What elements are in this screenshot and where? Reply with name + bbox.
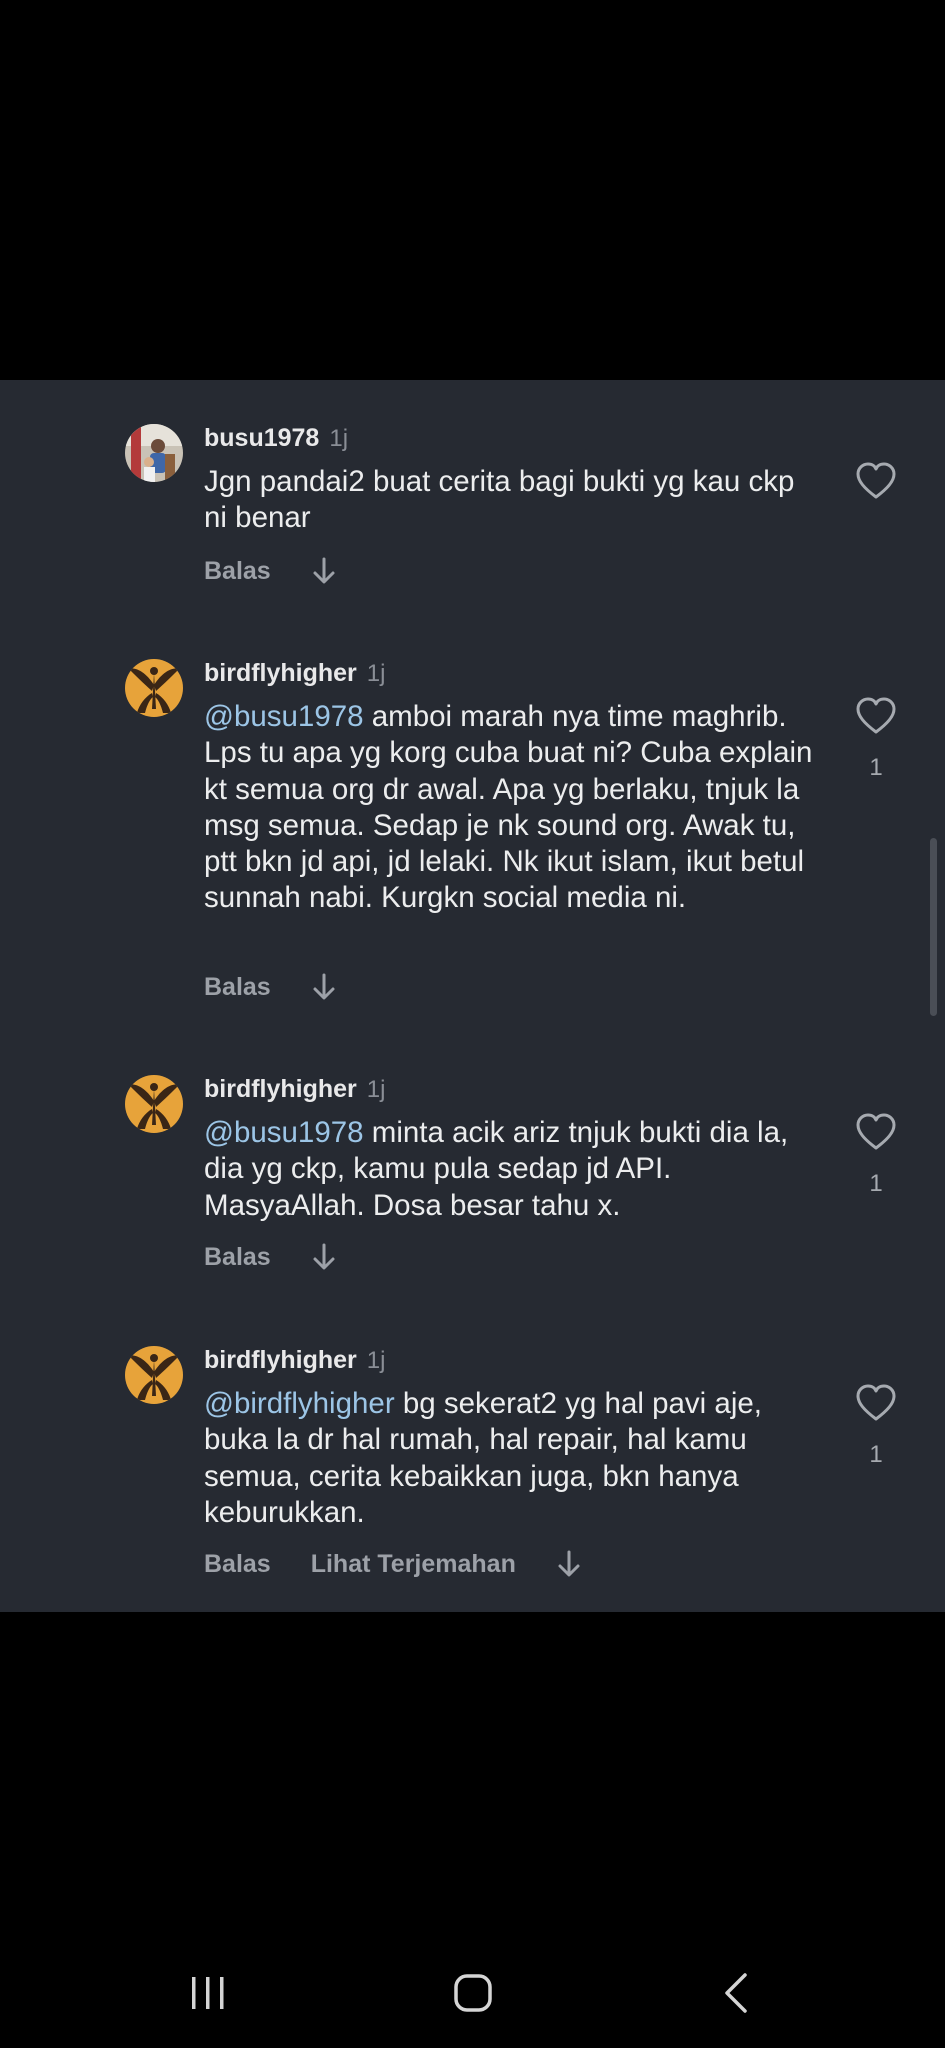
comment-text: @busu1978 minta acik ariz tnjuk bukti di… [204,1115,824,1224]
comment-actions: Balas [204,1242,337,1272]
reply-button[interactable]: Balas [204,1550,271,1579]
like-area[interactable]: 1 [855,1113,897,1198]
comment-username[interactable]: birdflyhigher 1j [204,1075,385,1104]
see-translation-button[interactable]: Lihat Terjemahan [311,1550,516,1579]
heart-outline-icon[interactable] [855,1384,897,1422]
reply-button[interactable]: Balas [204,557,271,586]
comment-text: @birdflyhigher bg sekerat2 yg hal pavi a… [204,1386,824,1531]
heart-outline-icon[interactable] [855,697,897,735]
top-blank-area [0,0,945,380]
reply-button[interactable]: Balas [204,1243,271,1272]
scrollbar[interactable] [930,838,937,1016]
heart-outline-icon[interactable] [855,462,897,500]
comment-mention[interactable]: @busu1978 [204,1116,364,1149]
arrow-down-icon[interactable] [311,972,337,1002]
comment-age: 1j [366,1347,386,1374]
comment-age: 1j [366,1076,386,1103]
comment-age: 1j [366,660,386,687]
arrow-down-icon[interactable] [311,556,337,586]
like-area[interactable] [855,462,897,519]
like-count: 1 [869,1170,883,1197]
arrow-down-icon[interactable] [556,1549,582,1579]
comment-text: Jgn pandai2 buat cerita bagi bukti yg ka… [204,464,824,537]
comment-mention[interactable]: @birdflyhigher [204,1387,395,1420]
comment-actions: Balas [204,556,337,586]
comment-age: 1j [329,425,349,452]
recent-apps-icon[interactable] [168,1958,248,2028]
back-icon[interactable] [697,1958,777,2028]
home-icon[interactable] [433,1958,513,2028]
username-text[interactable]: busu1978 [204,424,319,452]
comment-actions: Balas [204,972,337,1002]
user-avatar[interactable] [125,1075,183,1133]
comment-mention[interactable]: @busu1978 [204,700,364,733]
user-avatar[interactable] [125,424,183,482]
comment-text: @busu1978 amboi marah nya time maghrib. … [204,699,824,917]
user-avatar[interactable] [125,1346,183,1404]
username-text[interactable]: birdflyhigher [204,659,357,687]
comment-actions: Balas Lihat Terjemahan [204,1549,582,1579]
comment-body: Jgn pandai2 buat cerita bagi bukti yg ka… [204,465,795,535]
heart-outline-icon[interactable] [855,1113,897,1151]
like-count: 1 [869,754,883,781]
user-avatar[interactable] [125,659,183,717]
like-area[interactable]: 1 [855,697,897,782]
reply-button[interactable]: Balas [204,973,271,1002]
comment-username[interactable]: busu1978 1j [204,424,348,453]
username-text[interactable]: birdflyhigher [204,1346,357,1374]
arrow-down-icon[interactable] [311,1242,337,1272]
username-text[interactable]: birdflyhigher [204,1075,357,1103]
comment-username[interactable]: birdflyhigher 1j [204,659,385,688]
comments-panel: busu1978 1j Jgn pandai2 buat cerita bagi … [0,380,945,1612]
like-area[interactable]: 1 [855,1384,897,1469]
comment-username[interactable]: birdflyhigher 1j [204,1346,385,1375]
like-count: 1 [869,1441,883,1468]
system-nav-bar [0,1940,945,2048]
